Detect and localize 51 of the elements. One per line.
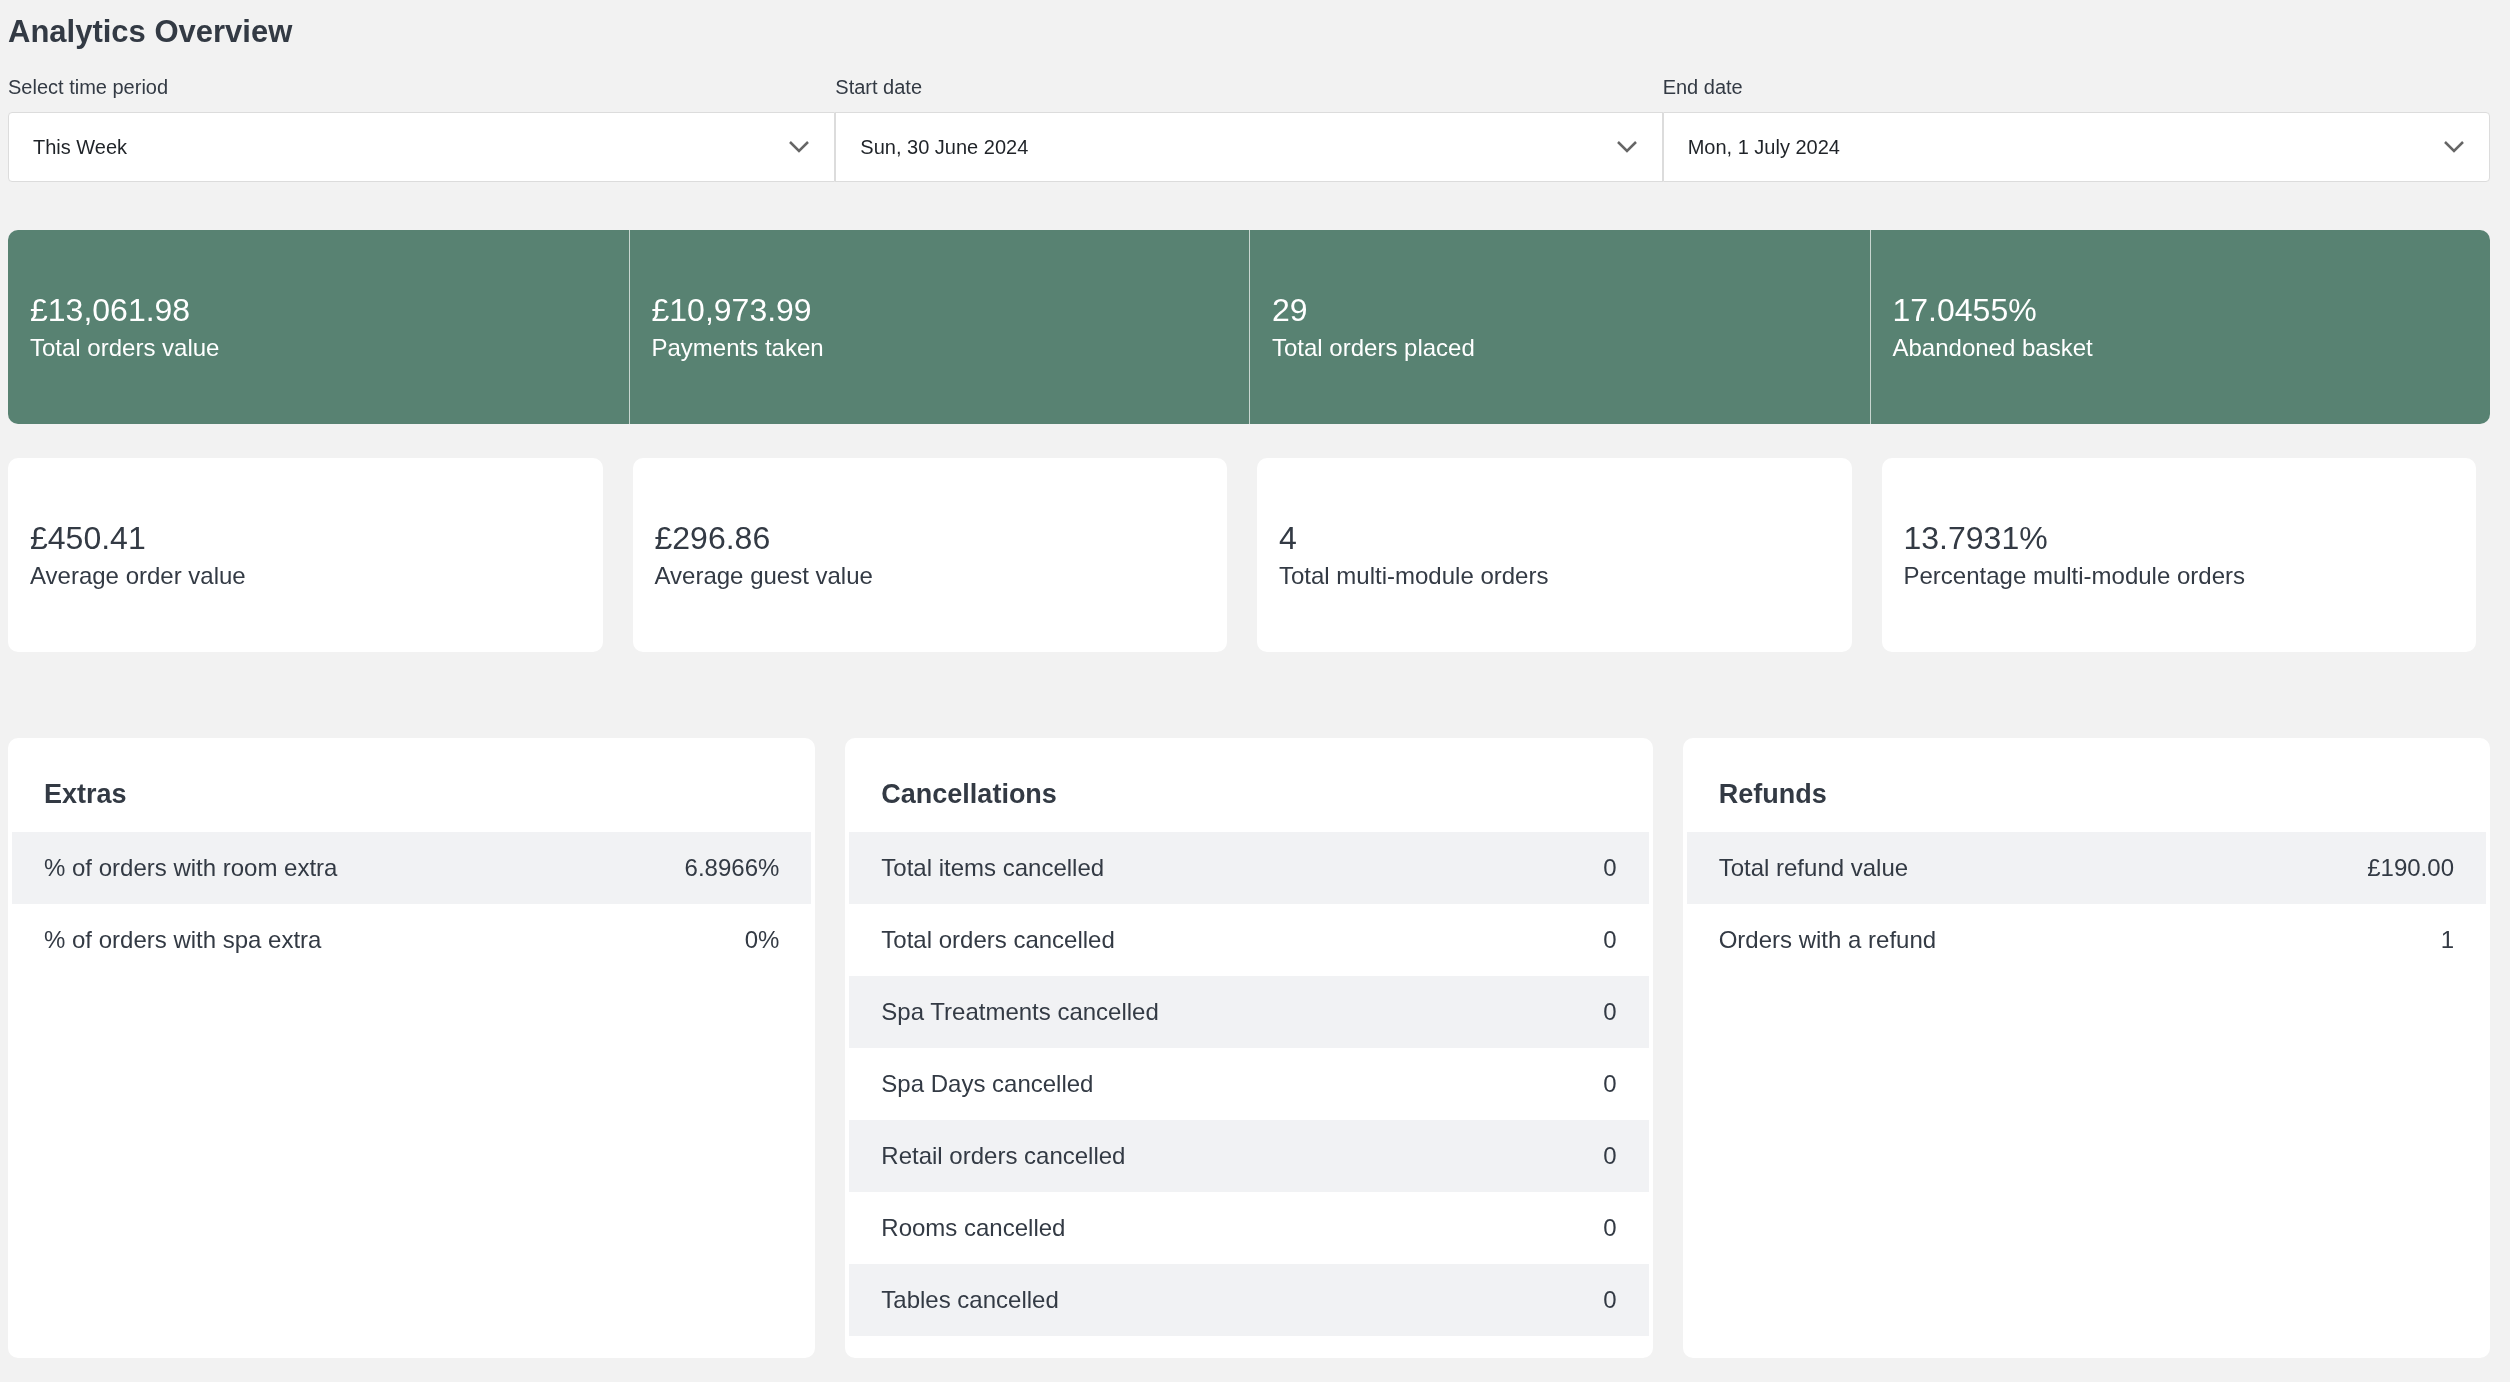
- metric-label: Abandoned basket: [1892, 333, 2094, 363]
- field-label: Start date: [835, 76, 923, 98]
- row-value: 0: [1603, 854, 1617, 882]
- row-label: Total refund value: [1718, 854, 1909, 882]
- metric-value: £10,973.99: [651, 291, 813, 330]
- metric-value: 4: [1279, 519, 1298, 558]
- row-label: Spa Treatments cancelled: [881, 998, 1159, 1026]
- row-label: Rooms cancelled: [881, 1214, 1066, 1242]
- field-label: Select time period: [8, 76, 169, 98]
- metric-value: £450.41: [30, 519, 147, 558]
- row-label: % of orders with room extra: [44, 854, 338, 882]
- chevron-down-icon: [2443, 140, 2465, 154]
- row-value: 0%: [744, 926, 780, 954]
- dropdown-field[interactable]: Sun, 30 June 2024: [835, 112, 1663, 182]
- metric-value: 29: [1272, 291, 1309, 330]
- metric-label: Total orders value: [30, 333, 221, 363]
- page-title: Analytics Overview: [8, 13, 294, 51]
- metric-label: Average guest value: [654, 561, 874, 591]
- metric-value: 13.7931%: [1903, 519, 2049, 558]
- metric-label: Total orders placed: [1272, 333, 1476, 363]
- metric-value: 17.0455%: [1892, 291, 2038, 330]
- dropdown-field[interactable]: This Week: [8, 112, 836, 182]
- row-value: 6.8966%: [684, 854, 780, 882]
- panel-title: Cancellations: [880, 778, 1058, 811]
- row-label: Retail orders cancelled: [881, 1142, 1126, 1170]
- row-value: 0: [1603, 1214, 1617, 1242]
- row-value: £190.00: [2367, 854, 2454, 882]
- metric-label: Total multi-module orders: [1279, 561, 1550, 591]
- row-label: % of orders with spa extra: [44, 926, 322, 954]
- panel-title: Extras: [43, 778, 128, 811]
- row-value: 0: [1603, 1286, 1617, 1314]
- row-value: 1: [2440, 926, 2454, 954]
- metric-value: £13,061.98: [30, 291, 192, 330]
- row-label: Orders with a refund: [1718, 926, 1937, 954]
- field-label: End date: [1662, 76, 1743, 98]
- row-label: Spa Days cancelled: [881, 1070, 1094, 1098]
- chevron-down-icon: [788, 140, 811, 154]
- row-label: Total orders cancelled: [881, 926, 1115, 954]
- chevron-down-icon: [1615, 140, 1638, 154]
- dropdown-field[interactable]: Mon, 1 July 2024: [1662, 112, 2490, 182]
- row-value: 0: [1603, 926, 1617, 954]
- row-value: 0: [1603, 1070, 1617, 1098]
- row-value: 0: [1603, 1142, 1617, 1170]
- metric-label: Average order value: [30, 561, 247, 591]
- row-label: Total items cancelled: [881, 854, 1105, 882]
- row-label: Tables cancelled: [881, 1286, 1059, 1314]
- metric-value: £296.86: [654, 519, 772, 558]
- row-value: 0: [1603, 998, 1617, 1026]
- metric-label: Percentage multi-module orders: [1903, 561, 2246, 591]
- panel-title: Refunds: [1717, 778, 1828, 811]
- metric-label: Payments taken: [651, 333, 825, 363]
